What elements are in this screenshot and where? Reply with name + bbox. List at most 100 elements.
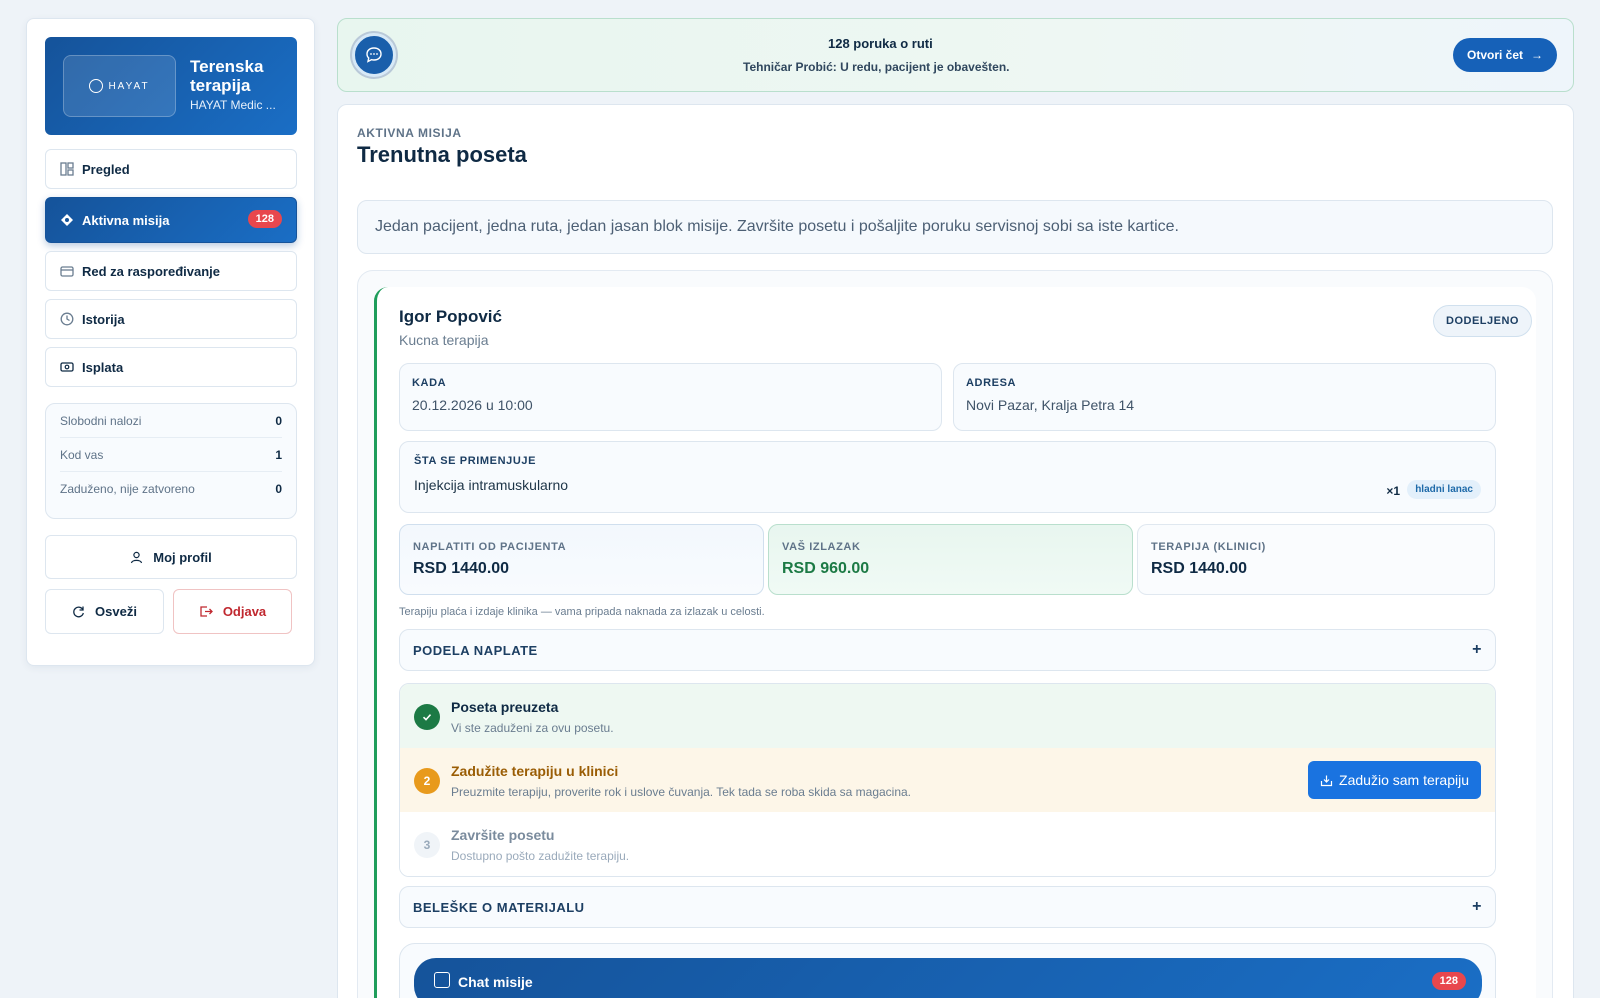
profile-button-label: Moj profil bbox=[153, 549, 212, 565]
stat-row: Kod vas 1 bbox=[60, 438, 282, 472]
stat-value: 1 bbox=[275, 447, 282, 462]
visit-card: Igor Popović Kucna terapija DODELJENO KA… bbox=[374, 287, 1536, 998]
sidebar-item-istorija[interactable]: Istorija bbox=[45, 299, 297, 339]
open-chat-label: Otvori čet bbox=[1466, 48, 1523, 62]
chat-icon bbox=[434, 972, 450, 988]
stat-value: 0 bbox=[275, 413, 282, 428]
user-icon bbox=[130, 551, 143, 564]
logout-button[interactable]: Odjava bbox=[173, 589, 292, 634]
therapy-picked-up-button[interactable]: Zadužio sam terapiju bbox=[1308, 761, 1481, 799]
step-description: Dostupno pošto zadužite terapiju. bbox=[451, 849, 630, 863]
payout-icon bbox=[60, 360, 74, 374]
step-visit-taken: Poseta preuzeta Vi ste zaduženi za ovu p… bbox=[400, 684, 1495, 748]
patient-name: Igor Popović bbox=[399, 307, 502, 326]
dashboard-icon bbox=[60, 162, 74, 176]
money-value: RSD 1440.00 bbox=[1151, 560, 1248, 577]
sidebar-item-label: Isplata bbox=[82, 359, 124, 375]
mission-chat-box: Chat misije 128 bbox=[399, 943, 1496, 998]
sidebar-item-label: Pregled bbox=[82, 161, 130, 177]
stat-label: Zaduženo, nije zatvoreno bbox=[60, 482, 195, 496]
check-icon bbox=[414, 704, 440, 730]
route-chat-banner: 128 poruka o ruti Tehničar Probić: U red… bbox=[337, 18, 1574, 92]
sidebar-item-aktivna-misija[interactable]: Aktivna misija 128 bbox=[45, 197, 297, 243]
chat-banner-last-message: Tehničar Probić: U redu, pacijent je oba… bbox=[743, 60, 1010, 74]
stat-label: Slobodni nalozi bbox=[60, 413, 142, 428]
your-fee-box: VAŠ IZLAZAK RSD 960.00 bbox=[768, 524, 1133, 595]
step-finish-visit: 3 Završite posetu Dostupno pošto zadužit… bbox=[400, 812, 1495, 876]
mission-chat-header[interactable]: Chat misije 128 bbox=[414, 958, 1482, 998]
cold-chain-tag: hladni lanac bbox=[1407, 480, 1481, 499]
step-title: Zadužite terapiju u klinici bbox=[451, 763, 619, 779]
therapy-picked-up-label: Zadužio sam terapiju bbox=[1339, 772, 1469, 788]
refresh-icon bbox=[72, 605, 85, 618]
sidebar-item-label: Istorija bbox=[82, 311, 125, 327]
accordion-label: BELEŠKE O MATERIJALU bbox=[413, 899, 585, 915]
payment-note: Terapiju plaća i izdaje klinika — vama p… bbox=[399, 606, 765, 618]
when-label: KADA bbox=[412, 377, 447, 389]
when-value: 20.12.2026 u 10:00 bbox=[412, 397, 533, 413]
queue-icon bbox=[60, 264, 74, 278]
therapy-quantity: ×1 bbox=[1386, 484, 1400, 498]
when-box: KADA 20.12.2026 u 10:00 bbox=[399, 363, 942, 431]
payment-split-accordion[interactable]: PODELA NAPLATE + bbox=[399, 629, 1496, 671]
brand-title: Terenska terapija bbox=[190, 57, 264, 95]
sidebar-item-label: Red za raspoređivanje bbox=[82, 263, 220, 279]
brand-subtitle: HAYAT Medic ... bbox=[190, 98, 276, 112]
page-title: Trenutna poseta bbox=[357, 142, 527, 167]
page-eyebrow: AKTIVNA MISIJA bbox=[357, 126, 462, 140]
money-label: TERAPIJA (KLINICI) bbox=[1151, 541, 1266, 553]
plus-icon: + bbox=[1472, 641, 1482, 658]
money-label: NAPLATITI OD PACIJENTA bbox=[413, 541, 567, 553]
step-number: 3 bbox=[414, 832, 440, 858]
step-title: Poseta preuzeta bbox=[451, 699, 559, 715]
sidebar: HAYAT Terenska terapija HAYAT Medic ... … bbox=[26, 18, 315, 666]
open-chat-button[interactable]: Otvori čet → bbox=[1452, 38, 1557, 72]
visit-type: Kucna terapija bbox=[399, 332, 489, 348]
address-box: ADRESA Novi Pazar, Kralja Petra 14 bbox=[953, 363, 1496, 431]
refresh-button-label: Osveži bbox=[95, 604, 137, 619]
money-label: VAŠ IZLAZAK bbox=[782, 541, 861, 553]
sidebar-item-pregled[interactable]: Pregled bbox=[45, 149, 297, 189]
brand-card: HAYAT Terenska terapija HAYAT Medic ... bbox=[45, 37, 297, 135]
money-value: RSD 1440.00 bbox=[413, 560, 510, 577]
sidebar-item-label: Aktivna misija bbox=[82, 212, 170, 228]
inbox-icon bbox=[1320, 774, 1333, 787]
status-badge: DODELJENO bbox=[1433, 305, 1532, 337]
step-number: 2 bbox=[414, 768, 440, 794]
clock-icon bbox=[60, 312, 74, 326]
arrow-right-icon: → bbox=[1531, 48, 1543, 62]
therapy-item: Injekcija intramuskularno bbox=[414, 477, 569, 493]
mission-count-badge: 128 bbox=[247, 210, 282, 228]
logout-button-label: Odjava bbox=[222, 604, 267, 619]
logout-icon bbox=[199, 605, 213, 618]
refresh-button[interactable]: Osveži bbox=[45, 589, 164, 634]
chat-bubble-icon bbox=[352, 33, 396, 77]
accordion-label: PODELA NAPLATE bbox=[413, 642, 538, 658]
mission-icon bbox=[60, 213, 74, 227]
step-description: Vi ste zaduženi za ovu posetu. bbox=[451, 721, 614, 735]
main-panel: AKTIVNA MISIJA Trenutna poseta Jedan pac… bbox=[337, 104, 1574, 998]
stat-row: Zaduženo, nije zatvoreno 0 bbox=[60, 472, 282, 506]
plus-icon: + bbox=[1472, 898, 1482, 915]
stat-value: 0 bbox=[275, 482, 282, 496]
chat-banner-title: 128 poruka o ruti bbox=[828, 36, 933, 51]
therapy-box: ŠTA SE PRIMENJUJE Injekcija intramuskula… bbox=[399, 441, 1496, 513]
chat-count-badge: 128 bbox=[1431, 972, 1466, 990]
sidebar-item-red[interactable]: Red za raspoređivanje bbox=[45, 251, 297, 291]
sidebar-item-isplata[interactable]: Isplata bbox=[45, 347, 297, 387]
therapy-label: ŠTA SE PRIMENJUJE bbox=[414, 455, 537, 467]
money-value: RSD 960.00 bbox=[782, 560, 870, 577]
stat-row: Slobodni nalozi 0 bbox=[60, 404, 282, 438]
mission-steps: Poseta preuzeta Vi ste zaduženi za ovu p… bbox=[399, 683, 1496, 877]
profile-button[interactable]: Moj profil bbox=[45, 535, 297, 579]
material-notes-accordion[interactable]: BELEŠKE O MATERIJALU + bbox=[399, 886, 1496, 928]
step-title: Završite posetu bbox=[451, 827, 555, 843]
brand-logo: HAYAT bbox=[63, 55, 176, 117]
stats-panel: Slobodni nalozi 0 Kod vas 1 Zaduženo, nije… bbox=[45, 403, 297, 519]
step-pick-up-therapy: 2 Zadužite terapiju u klinici Preuzmite … bbox=[400, 748, 1495, 812]
therapy-clinic-box: TERAPIJA (KLINICI) RSD 1440.00 bbox=[1137, 524, 1495, 595]
mission-block: Igor Popović Kucna terapija DODELJENO KA… bbox=[357, 270, 1553, 998]
intro-text: Jedan pacijent, jedna ruta, jedan jasan … bbox=[357, 200, 1553, 254]
address-label: ADRESA bbox=[966, 377, 1017, 389]
brand-logo-text: HAYAT bbox=[108, 80, 150, 92]
